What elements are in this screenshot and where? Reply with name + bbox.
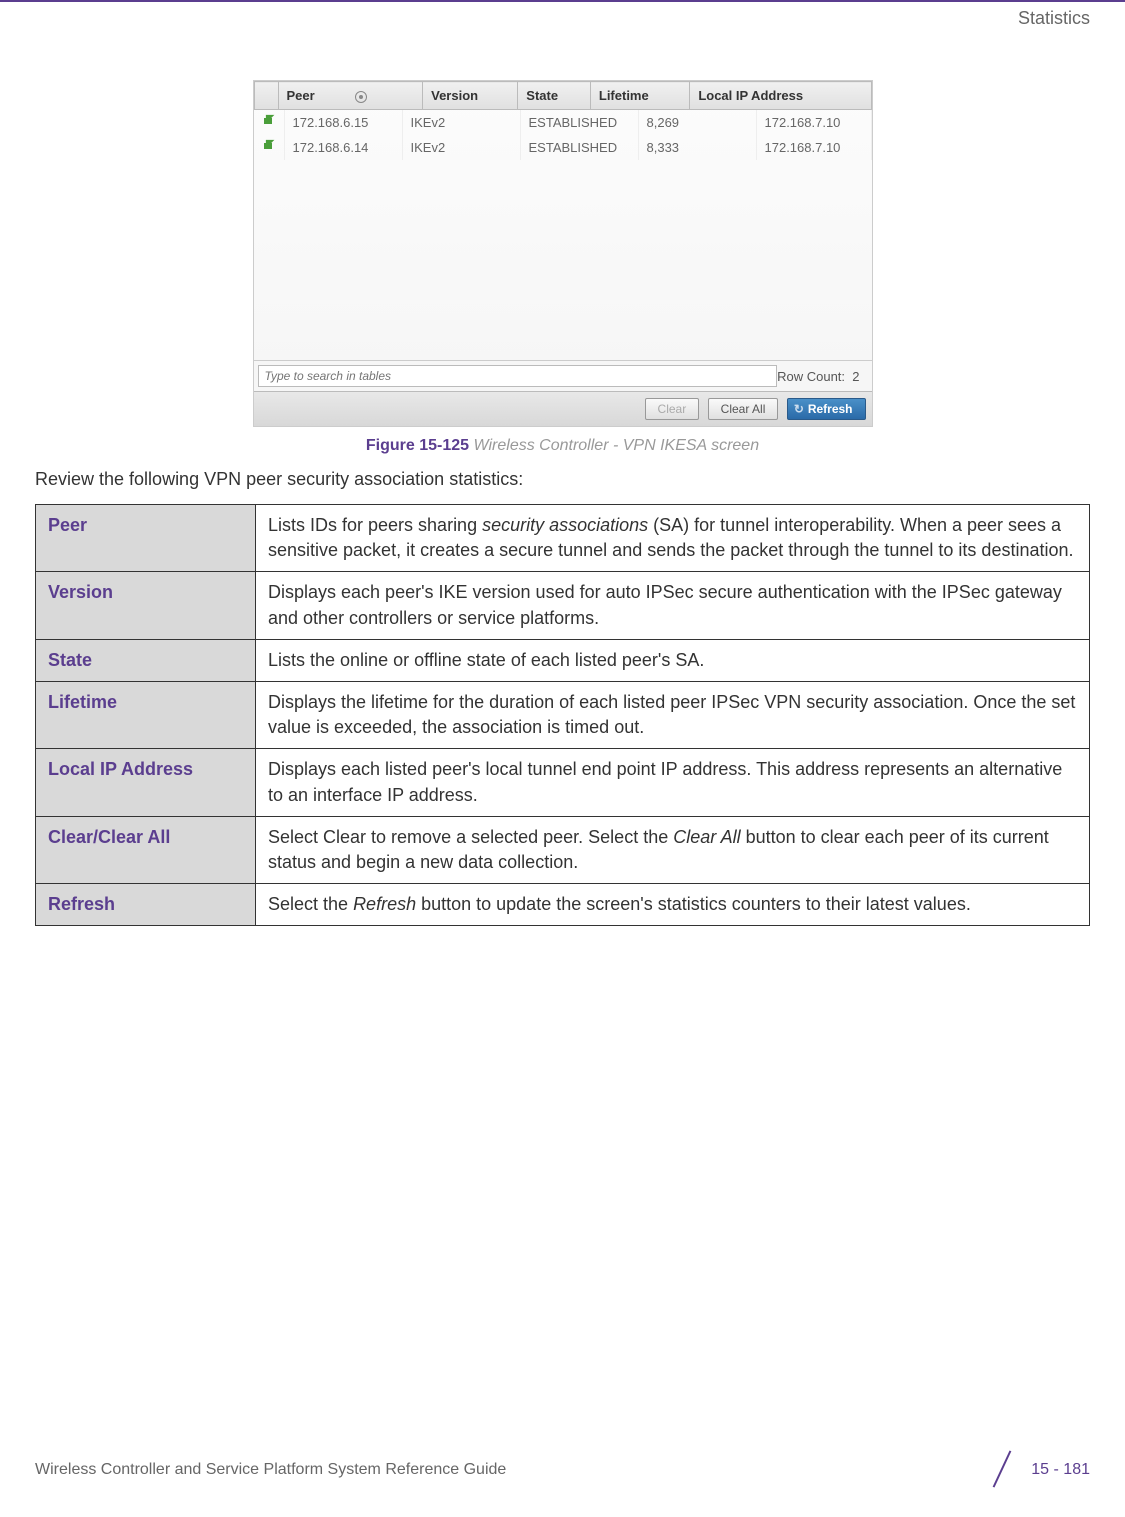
lifetime-cell: 8,333	[638, 135, 756, 160]
desc-row: Lifetime Displays the lifetime for the d…	[36, 681, 1090, 748]
clear-all-button[interactable]: Clear All	[708, 398, 779, 420]
top-accent-bar	[0, 0, 1125, 2]
search-input[interactable]	[258, 365, 778, 387]
desc-row: State Lists the online or offline state …	[36, 639, 1090, 681]
desc-text: Displays each listed peer's local tunnel…	[256, 749, 1090, 816]
clear-button[interactable]: Clear	[645, 398, 700, 420]
page-number: 15 - 181	[983, 1452, 1090, 1487]
desc-text: Displays each peer's IKE version used fo…	[256, 572, 1090, 639]
header-section: Statistics	[1018, 8, 1090, 29]
refresh-button[interactable]: Refresh	[787, 398, 866, 420]
peer-table: Peer Version State Lifetime Local IP Add…	[254, 81, 872, 110]
figure-number: Figure 15-125	[366, 437, 469, 454]
footer-guide: Wireless Controller and Service Platform…	[35, 1461, 506, 1479]
status-up-icon	[262, 114, 276, 128]
desc-text: Displays the lifetime for the duration o…	[256, 681, 1090, 748]
sort-icon[interactable]	[355, 91, 367, 103]
intro-text: Review the following VPN peer security a…	[35, 469, 1090, 490]
description-table: Peer Lists IDs for peers sharing securit…	[35, 504, 1090, 926]
version-cell: IKEv2	[402, 110, 520, 135]
table-row[interactable]: 172.168.6.15 IKEv2 ESTABLISHED 8,269 172…	[254, 110, 872, 135]
peer-cell: 172.168.6.14	[284, 135, 402, 160]
row-count-value: 2	[852, 369, 859, 384]
footer: Wireless Controller and Service Platform…	[35, 1452, 1090, 1487]
desc-row: Local IP Address Displays each listed pe…	[36, 749, 1090, 816]
desc-term: Version	[36, 572, 256, 639]
peer-cell: 172.168.6.15	[284, 110, 402, 135]
col-label: Peer	[287, 88, 315, 103]
localip-cell: 172.168.7.10	[756, 135, 871, 160]
status-up-icon	[262, 139, 276, 153]
desc-row: Peer Lists IDs for peers sharing securit…	[36, 505, 1090, 572]
desc-row: Version Displays each peer's IKE version…	[36, 572, 1090, 639]
vpn-ikesa-screenshot: Peer Version State Lifetime Local IP Add…	[253, 80, 873, 427]
state-col-header[interactable]: State	[518, 82, 591, 110]
state-cell: ESTABLISHED	[520, 135, 638, 160]
figure-title: Wireless Controller - VPN IKESA screen	[474, 437, 760, 454]
desc-text: Lists IDs for peers sharing security ass…	[256, 505, 1090, 572]
desc-term: Clear/Clear All	[36, 816, 256, 883]
version-cell: IKEv2	[402, 135, 520, 160]
desc-term: Lifetime	[36, 681, 256, 748]
lifetime-cell: 8,269	[638, 110, 756, 135]
table-row[interactable]: 172.168.6.14 IKEv2 ESTABLISHED 8,333 172…	[254, 135, 872, 160]
localip-col-header[interactable]: Local IP Address	[690, 82, 871, 110]
desc-term: Local IP Address	[36, 749, 256, 816]
desc-term: State	[36, 639, 256, 681]
desc-text: Select the Refresh button to update the …	[256, 884, 1090, 926]
desc-row: Refresh Select the Refresh button to upd…	[36, 884, 1090, 926]
version-col-header[interactable]: Version	[423, 82, 518, 110]
desc-row: Clear/Clear All Select Clear to remove a…	[36, 816, 1090, 883]
peer-col-header[interactable]: Peer	[278, 82, 423, 110]
slash-icon	[983, 1452, 1023, 1487]
row-count-label: Row Count:	[777, 369, 845, 384]
figure-caption: Figure 15-125 Wireless Controller - VPN …	[35, 437, 1090, 455]
localip-cell: 172.168.7.10	[756, 110, 871, 135]
desc-text: Lists the online or offline state of eac…	[256, 639, 1090, 681]
desc-term: Peer	[36, 505, 256, 572]
desc-text: Select Clear to remove a selected peer. …	[256, 816, 1090, 883]
lifetime-col-header[interactable]: Lifetime	[590, 82, 689, 110]
state-cell: ESTABLISHED	[520, 110, 638, 135]
status-col-header[interactable]	[254, 82, 278, 110]
desc-term: Refresh	[36, 884, 256, 926]
